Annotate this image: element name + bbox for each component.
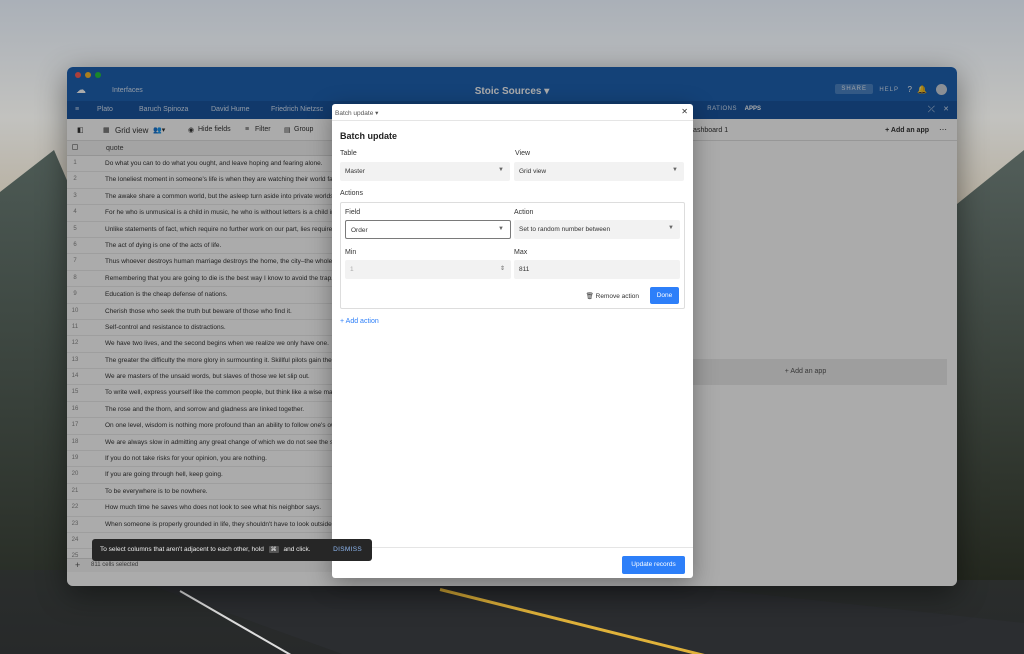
modal-heading: Batch update: [340, 131, 398, 141]
view-label: View: [515, 150, 531, 157]
done-button[interactable]: Done: [650, 287, 679, 304]
toast-text-after: and click.: [283, 546, 311, 553]
close-icon[interactable]: ✕: [681, 107, 688, 116]
action-select[interactable]: Set to random number between ▼: [514, 220, 680, 239]
update-records-button[interactable]: Update records: [622, 556, 685, 574]
add-action-button[interactable]: + Add action: [340, 318, 379, 325]
action-label: Action: [514, 209, 534, 216]
field-label: Field: [345, 209, 361, 216]
app-name-dropdown[interactable]: Batch update ▾: [335, 109, 378, 117]
desktop-road: [150, 585, 1024, 654]
min-input[interactable]: 1 ⇕: [345, 260, 511, 279]
stepper-icon[interactable]: ⇕: [500, 265, 505, 272]
min-input-value: 1: [350, 266, 354, 273]
modal-header: Batch update ▾ ✕: [332, 104, 693, 121]
remove-action-button[interactable]: 🗑 Remove action: [586, 292, 639, 300]
field-select[interactable]: Order ▼: [345, 220, 511, 239]
max-label: Max: [514, 249, 528, 256]
min-label: Min: [345, 249, 357, 256]
table-select-value: Master: [345, 168, 365, 175]
chevron-down-icon: ▼: [668, 225, 674, 231]
chevron-down-icon: ▼: [672, 167, 678, 173]
batch-update-modal: Batch update ▾ ✕ Batch update Table Mast…: [332, 104, 693, 578]
max-input-value: 811: [519, 266, 530, 273]
modal-footer: Update records: [332, 547, 693, 578]
table-label: Table: [340, 150, 357, 157]
dismiss-button[interactable]: DISMISS: [333, 546, 362, 553]
view-select[interactable]: Grid view ▼: [514, 162, 684, 181]
selection-tip-toast: To select columns that aren't adjacent t…: [92, 539, 372, 561]
table-select[interactable]: Master ▼: [340, 162, 510, 181]
chevron-down-icon: ▼: [498, 226, 504, 232]
view-select-value: Grid view: [519, 168, 547, 175]
action-card: Field Order ▼ Action Set to random numbe…: [340, 202, 685, 309]
trash-icon: 🗑: [585, 293, 594, 300]
toast-text-before: To select columns that aren't adjacent t…: [100, 546, 264, 553]
action-select-value: Set to random number between: [519, 226, 611, 233]
remove-action-label: Remove action: [595, 293, 639, 300]
max-input[interactable]: 811: [514, 260, 680, 279]
actions-label: Actions: [340, 190, 363, 197]
command-key-icon: ⌘: [268, 546, 279, 553]
chevron-down-icon: ▼: [498, 167, 504, 173]
field-select-value: Order: [351, 227, 368, 234]
